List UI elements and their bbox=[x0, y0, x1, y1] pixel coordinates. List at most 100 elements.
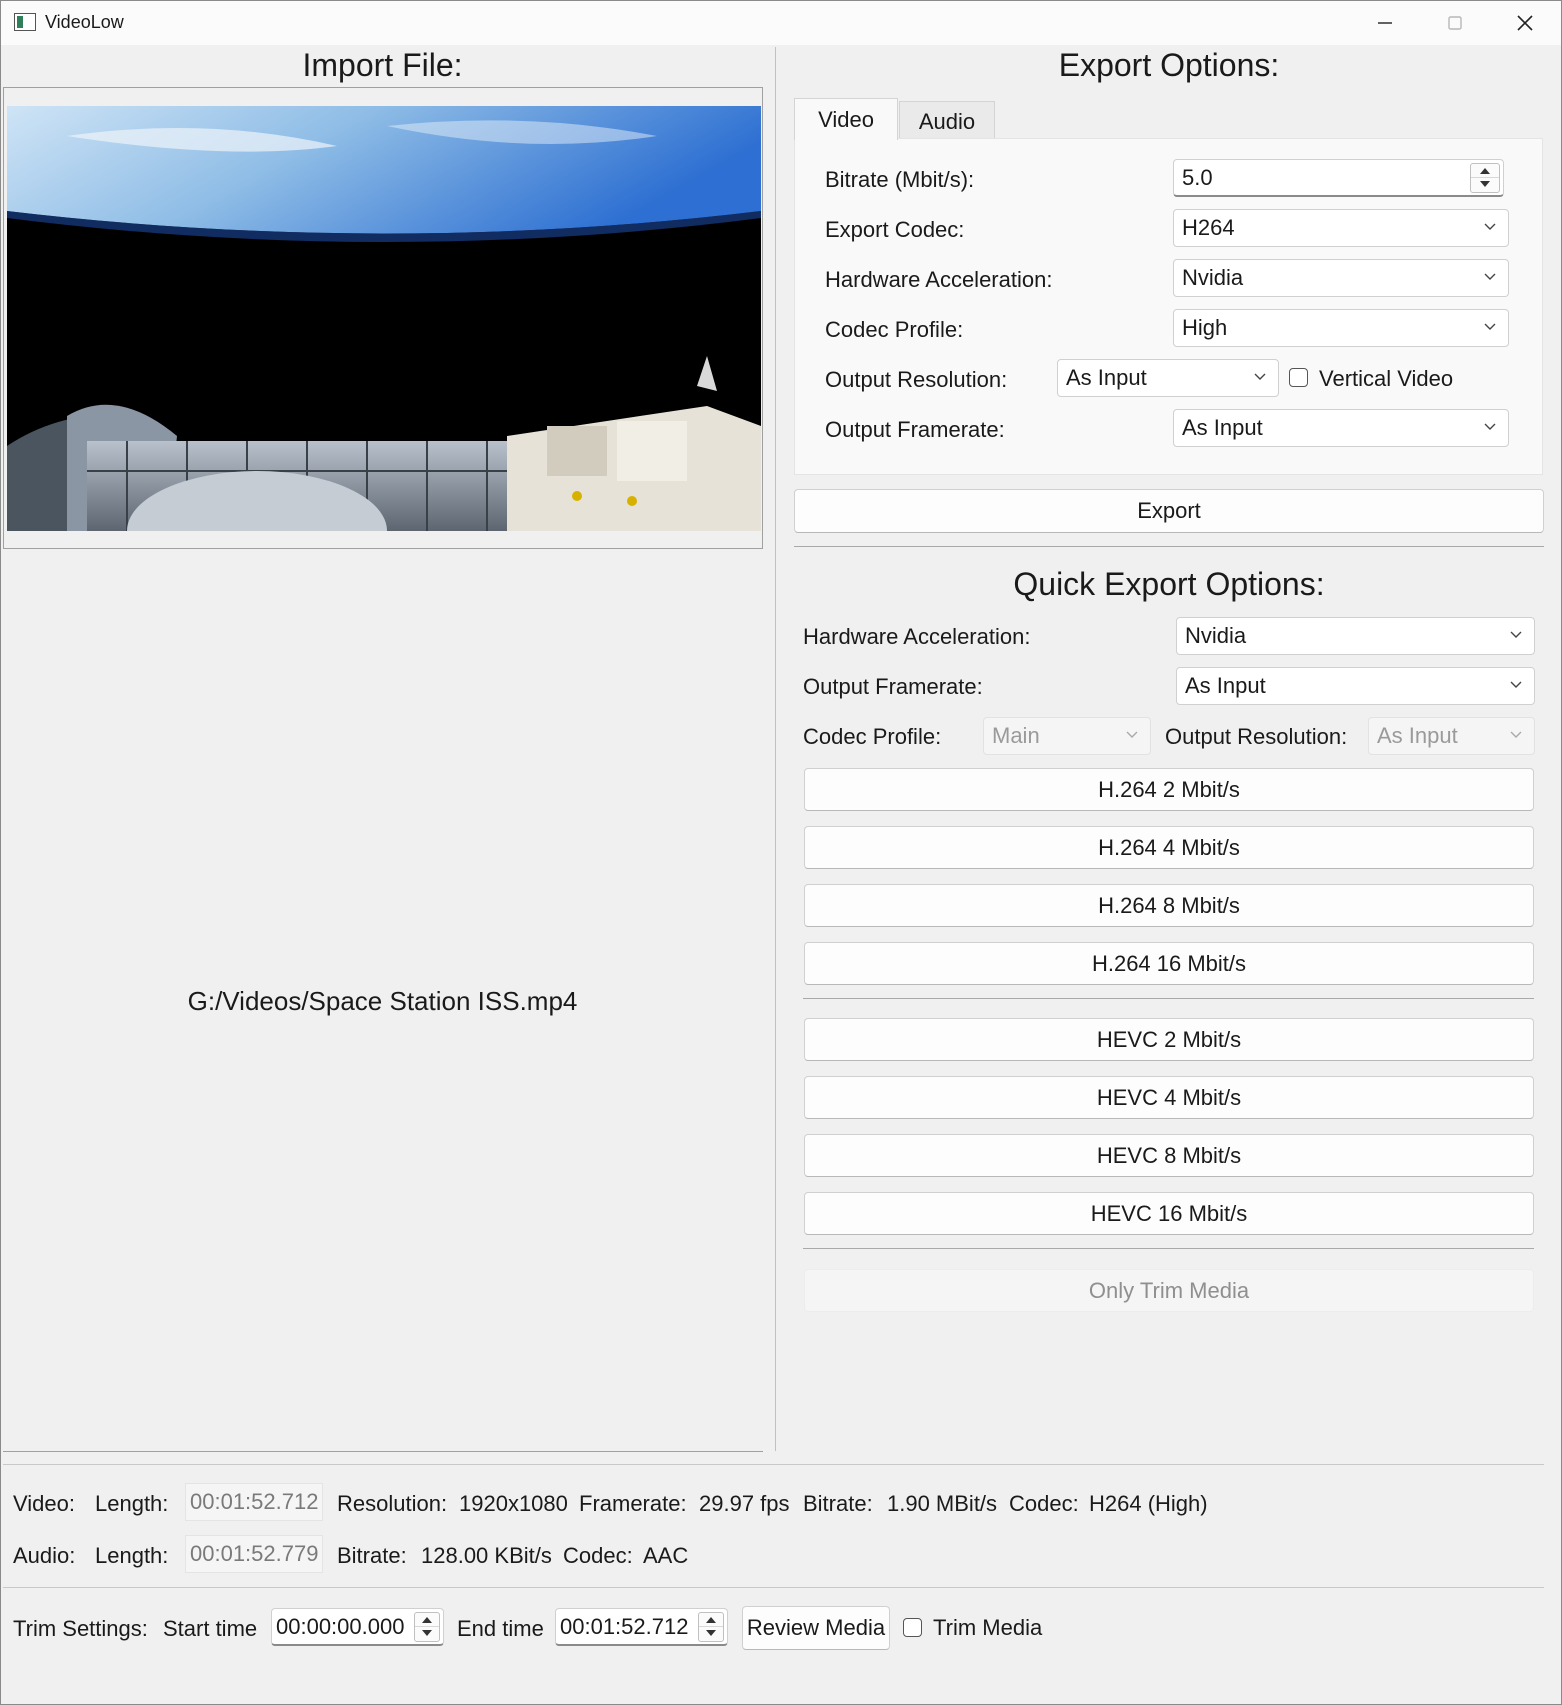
hevc-8mbit-button[interactable]: HEVC 8 Mbit/s bbox=[804, 1134, 1534, 1177]
codec-profile-label: Codec Profile: bbox=[825, 317, 964, 342]
end-time-label: End time bbox=[457, 1616, 544, 1641]
maximize-button[interactable] bbox=[1421, 1, 1489, 45]
h264-hevc-divider bbox=[803, 998, 1534, 999]
review-media-button[interactable]: Review Media bbox=[742, 1606, 890, 1650]
quick-profile-label: Codec Profile: bbox=[803, 724, 942, 749]
app-window: VideoLow Import File: G:/Videos/Space St… bbox=[0, 0, 1562, 1705]
tab-video[interactable]: Video bbox=[794, 98, 898, 140]
arrow-down-icon bbox=[1480, 181, 1490, 187]
export-codec-label: Export Codec: bbox=[825, 217, 965, 242]
tab-audio[interactable]: Audio bbox=[899, 101, 995, 139]
import-heading: Import File: bbox=[302, 47, 463, 83]
arrow-up-icon bbox=[706, 1617, 716, 1623]
video-preview-frame[interactable] bbox=[3, 87, 763, 549]
chevron-down-icon bbox=[1510, 681, 1522, 688]
audio-codec-label: Codec: bbox=[563, 1543, 633, 1568]
bitrate-spinbox[interactable]: 5.0 bbox=[1173, 159, 1504, 197]
video-preview-thumbnail bbox=[7, 106, 761, 531]
video-framerate-value: 29.97 fps bbox=[699, 1491, 790, 1516]
h264-16mbit-button[interactable]: H.264 16 Mbit/s bbox=[804, 942, 1534, 985]
audio-length-field[interactable]: 00:01:52.779 bbox=[185, 1535, 323, 1573]
hevc-2mbit-button[interactable]: HEVC 2 Mbit/s bbox=[804, 1018, 1534, 1061]
chevron-down-icon bbox=[1484, 223, 1496, 230]
h264-8mbit-button[interactable]: H.264 8 Mbit/s bbox=[804, 884, 1534, 927]
minimize-button[interactable] bbox=[1351, 1, 1419, 45]
chevron-down-icon bbox=[1126, 731, 1138, 738]
h264-2mbit-button[interactable]: H.264 2 Mbit/s bbox=[804, 768, 1534, 811]
title-bar: VideoLow bbox=[1, 1, 1561, 45]
quick-resolution-label: Output Resolution: bbox=[1165, 724, 1348, 749]
codec-profile-select[interactable]: High bbox=[1173, 309, 1509, 347]
hevc-4mbit-button[interactable]: HEVC 4 Mbit/s bbox=[804, 1076, 1534, 1119]
chevron-down-icon bbox=[1254, 373, 1266, 380]
app-icon bbox=[14, 13, 36, 31]
chevron-down-icon bbox=[1484, 273, 1496, 280]
export-heading: Export Options: bbox=[1058, 47, 1280, 83]
output-resolution-select[interactable]: As Input bbox=[1057, 359, 1279, 397]
arrow-up-icon bbox=[1480, 168, 1490, 174]
vertical-video-checkbox[interactable] bbox=[1289, 368, 1308, 387]
arrow-down-icon bbox=[706, 1630, 716, 1636]
output-resolution-label: Output Resolution: bbox=[825, 367, 1008, 392]
file-path-label: G:/Videos/Space Station ISS.mp4 bbox=[187, 986, 578, 1016]
export-codec-select[interactable]: H264 bbox=[1173, 209, 1509, 247]
chevron-down-icon bbox=[1510, 631, 1522, 638]
start-time-value: 00:00:00.000 bbox=[276, 1614, 405, 1639]
minimize-icon bbox=[1378, 22, 1392, 24]
start-time-stepper[interactable] bbox=[414, 1612, 440, 1642]
panel-splitter[interactable] bbox=[775, 47, 776, 1451]
audio-codec-value: AAC bbox=[643, 1543, 689, 1568]
h264-4mbit-button[interactable]: H.264 4 Mbit/s bbox=[804, 826, 1534, 869]
quick-resolution-select[interactable]: As Input bbox=[1368, 717, 1535, 755]
bitrate-label: Bitrate (Mbit/s): bbox=[825, 167, 975, 192]
quick-export-heading: Quick Export Options: bbox=[1013, 566, 1325, 602]
video-framerate-label: Framerate: bbox=[579, 1491, 687, 1516]
end-time-value: 00:01:52.712 bbox=[560, 1614, 689, 1639]
audio-bitrate-label: Bitrate: bbox=[337, 1543, 407, 1568]
end-time-spinbox[interactable]: 00:01:52.712 bbox=[555, 1608, 728, 1646]
space-station-image bbox=[7, 106, 761, 531]
output-resolution-value: As Input bbox=[1066, 365, 1147, 390]
quick-hwaccel-select[interactable]: Nvidia bbox=[1176, 617, 1535, 655]
quick-framerate-value: As Input bbox=[1185, 673, 1266, 698]
arrow-down-icon bbox=[422, 1630, 432, 1636]
video-codec-value: H264 (High) bbox=[1089, 1491, 1208, 1516]
start-time-spinbox[interactable]: 00:00:00.000 bbox=[271, 1608, 444, 1646]
bitrate-value: 5.0 bbox=[1182, 165, 1213, 190]
end-time-stepper[interactable] bbox=[698, 1612, 724, 1642]
arrow-up-icon bbox=[422, 1617, 432, 1623]
export-codec-value: H264 bbox=[1182, 215, 1235, 240]
quick-resolution-value: As Input bbox=[1377, 723, 1458, 748]
video-length-field[interactable]: 00:01:52.712 bbox=[185, 1483, 323, 1521]
trim-media-label: Trim Media bbox=[933, 1615, 1043, 1640]
start-time-label: Start time bbox=[163, 1616, 258, 1641]
info-top-divider bbox=[3, 1464, 1544, 1465]
chevron-down-icon bbox=[1510, 731, 1522, 738]
vertical-video-label: Vertical Video bbox=[1319, 366, 1454, 391]
only-trim-media-button[interactable]: Only Trim Media bbox=[804, 1269, 1534, 1312]
output-framerate-value: As Input bbox=[1182, 415, 1263, 440]
video-resolution-value: 1920x1080 bbox=[459, 1491, 568, 1516]
output-framerate-select[interactable]: As Input bbox=[1173, 409, 1509, 447]
export-button[interactable]: Export bbox=[794, 489, 1544, 533]
chevron-down-icon bbox=[1484, 323, 1496, 330]
codec-profile-value: High bbox=[1182, 315, 1228, 340]
quick-hwaccel-value: Nvidia bbox=[1185, 623, 1247, 648]
quick-hwaccel-label: Hardware Acceleration: bbox=[803, 624, 1031, 649]
close-icon bbox=[1517, 15, 1533, 31]
hevc-16mbit-button[interactable]: HEVC 16 Mbit/s bbox=[804, 1192, 1534, 1235]
export-divider bbox=[794, 546, 1544, 547]
bitrate-stepper[interactable] bbox=[1470, 163, 1500, 193]
quick-framerate-select[interactable]: As Input bbox=[1176, 667, 1535, 705]
trim-top-divider bbox=[3, 1587, 1544, 1588]
quick-profile-select[interactable]: Main bbox=[983, 717, 1151, 755]
video-bitrate-label: Bitrate: bbox=[803, 1491, 873, 1516]
video-resolution-label: Resolution: bbox=[337, 1491, 448, 1516]
trim-media-checkbox[interactable] bbox=[903, 1618, 922, 1637]
trim-settings-label: Trim Settings: bbox=[13, 1616, 148, 1641]
hwaccel-select[interactable]: Nvidia bbox=[1173, 259, 1509, 297]
chevron-down-icon bbox=[1484, 423, 1496, 430]
close-button[interactable] bbox=[1491, 1, 1559, 45]
left-panel-divider bbox=[3, 1451, 763, 1452]
audio-length-label: Length: bbox=[95, 1543, 169, 1568]
